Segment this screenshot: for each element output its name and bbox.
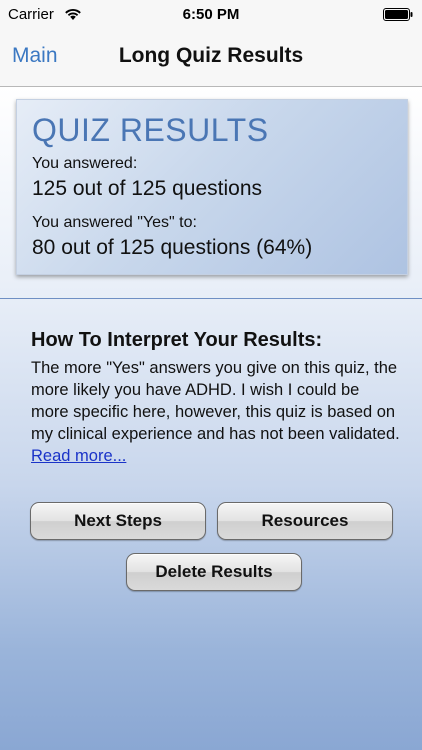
status-time: 6:50 PM — [182, 6, 240, 23]
answered-label: You answered: — [32, 155, 138, 172]
yes-value: 80 out of 125 questions (64%) — [32, 236, 313, 259]
navigation-bar: Main Long Quiz Results — [0, 30, 422, 87]
interpret-heading: How To Interpret Your Results: — [31, 329, 323, 351]
next-steps-button[interactable]: Next Steps — [30, 502, 206, 540]
delete-results-button[interactable]: Delete Results — [126, 553, 302, 591]
section-divider — [0, 298, 422, 299]
resources-button[interactable]: Resources — [217, 502, 393, 540]
read-more-link[interactable]: Read more... — [31, 447, 126, 465]
page-title: Long Quiz Results — [118, 44, 304, 67]
answered-value: 125 out of 125 questions — [32, 177, 263, 200]
interpret-body: The more "Yes" answers you give on this … — [31, 357, 401, 467]
battery-icon — [383, 8, 413, 21]
results-card: QUIZ RESULTS You answered: 125 out of 12… — [16, 99, 408, 275]
interpret-text: The more "Yes" answers you give on this … — [31, 359, 400, 443]
results-title: QUIZ RESULTS — [32, 112, 269, 148]
main-content: QUIZ RESULTS You answered: 125 out of 12… — [0, 87, 422, 750]
status-bar: Carrier 6:50 PM — [0, 0, 422, 30]
yes-label: You answered "Yes" to: — [32, 214, 197, 231]
